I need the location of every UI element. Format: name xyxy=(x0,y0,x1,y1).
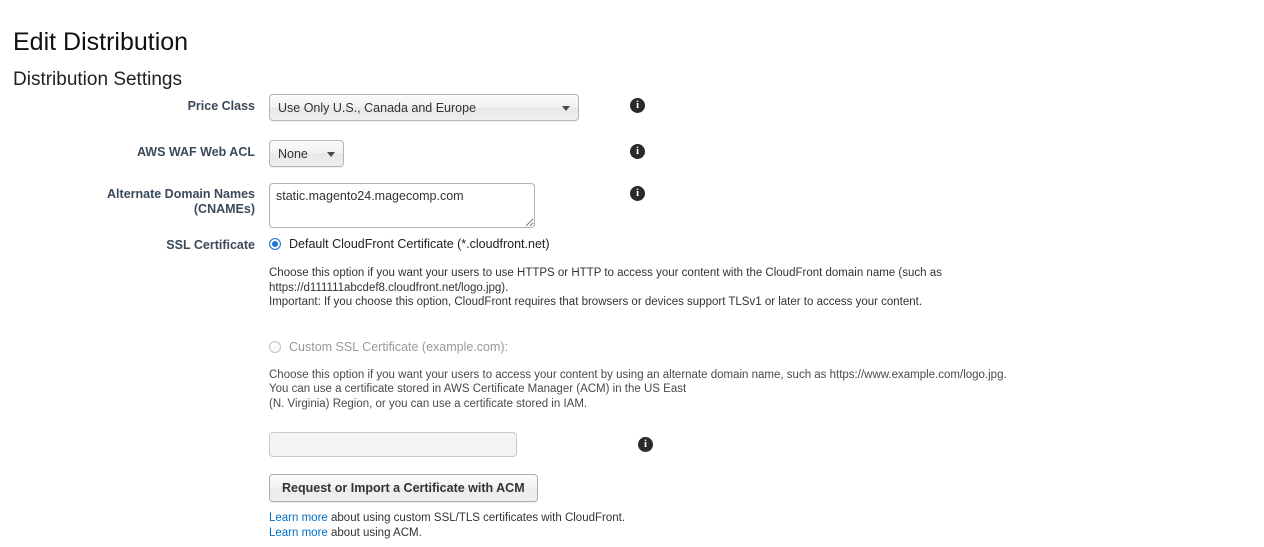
distribution-settings-form: Price Class Use Only U.S., Canada and Eu… xyxy=(0,88,1264,541)
default-desc-line2: https://d111111abcdef8.cloudfront.net/lo… xyxy=(269,281,509,294)
request-or-import-certificate-button[interactable]: Request or Import a Certificate with ACM xyxy=(269,474,538,502)
custom-certificate-description: Choose this option if you want your user… xyxy=(269,368,1169,412)
default-desc-line3: Important: If you choose this option, Cl… xyxy=(269,296,923,308)
learn-more-link-ssl-tls[interactable]: Learn more xyxy=(269,512,328,524)
learn-more-link-acm[interactable]: Learn more xyxy=(269,527,328,539)
cnames-label-line2: (CNAMEs) xyxy=(193,202,255,216)
radio-custom-ssl-certificate[interactable]: Custom SSL Certificate (example.com): xyxy=(269,339,1169,355)
price-class-select[interactable]: Use Only U.S., Canada and Europe xyxy=(269,94,579,121)
waf-acl-select-wrap: None xyxy=(269,140,344,167)
learn-more-links: Learn more about using custom SSL/TLS ce… xyxy=(269,511,1169,541)
learn-more-line-2: Learn more about using ACM. xyxy=(269,526,1169,541)
acm-button-row: Request or Import a Certificate with ACM xyxy=(269,474,1169,502)
radio-custom-label: Custom SSL Certificate (example.com): xyxy=(289,339,509,354)
learn-more-text-acm: about using ACM. xyxy=(327,527,422,539)
waf-acl-info-icon[interactable]: i xyxy=(630,144,645,159)
row-ssl-certificate: SSL Certificate Default CloudFront Certi… xyxy=(0,236,1264,541)
ssl-certificate-label: SSL Certificate xyxy=(166,238,255,252)
certificate-input[interactable] xyxy=(269,432,517,457)
radio-custom-indicator[interactable] xyxy=(269,340,281,353)
page-title: Edit Distribution xyxy=(13,27,189,56)
cnames-info-icon[interactable]: i xyxy=(630,186,645,201)
default-certificate-description: Choose this option if you want your user… xyxy=(269,266,1169,310)
row-price-class: Price Class Use Only U.S., Canada and Eu… xyxy=(0,88,1264,134)
edit-distribution-page: Edit Distribution Distribution Settings … xyxy=(0,0,1264,547)
waf-acl-select[interactable]: None xyxy=(269,140,344,167)
radio-default-indicator[interactable] xyxy=(269,238,281,250)
price-class-info-icon[interactable]: i xyxy=(630,98,645,113)
radio-default-cloudfront-certificate[interactable]: Default CloudFront Certificate (*.cloudf… xyxy=(269,236,1169,252)
cnames-textarea[interactable] xyxy=(269,183,535,228)
row-cnames: Alternate Domain Names (CNAMEs) i xyxy=(0,180,1264,238)
learn-more-text-ssl-tls: about using custom SSL/TLS certificates … xyxy=(327,512,626,524)
learn-more-line-1: Learn more about using custom SSL/TLS ce… xyxy=(269,511,1169,526)
price-class-label: Price Class xyxy=(187,99,255,113)
cnames-label: Alternate Domain Names (CNAMEs) xyxy=(0,187,255,217)
cnames-control xyxy=(269,183,535,231)
price-class-select-wrap: Use Only U.S., Canada and Europe xyxy=(269,94,579,121)
certificate-input-row: i xyxy=(269,432,1169,462)
cnames-label-line1: Alternate Domain Names xyxy=(107,187,255,201)
row-waf-acl: AWS WAF Web ACL None i xyxy=(0,134,1264,180)
radio-default-label: Default CloudFront Certificate (*.cloudf… xyxy=(289,237,550,251)
waf-acl-control: None xyxy=(269,140,344,167)
custom-desc-line1: Choose this option if you want your user… xyxy=(269,368,1007,381)
waf-acl-label: AWS WAF Web ACL xyxy=(136,145,255,159)
custom-desc-line2: You can use a certificate stored in AWS … xyxy=(269,383,687,395)
certificate-info-icon[interactable]: i xyxy=(638,437,653,452)
default-desc-line1: Choose this option if you want your user… xyxy=(269,267,942,279)
ssl-certificate-control: Default CloudFront Certificate (*.cloudf… xyxy=(269,236,1169,541)
price-class-control: Use Only U.S., Canada and Europe xyxy=(269,94,579,121)
custom-desc-line3: (N. Virginia) Region, or you can use a c… xyxy=(269,397,588,410)
